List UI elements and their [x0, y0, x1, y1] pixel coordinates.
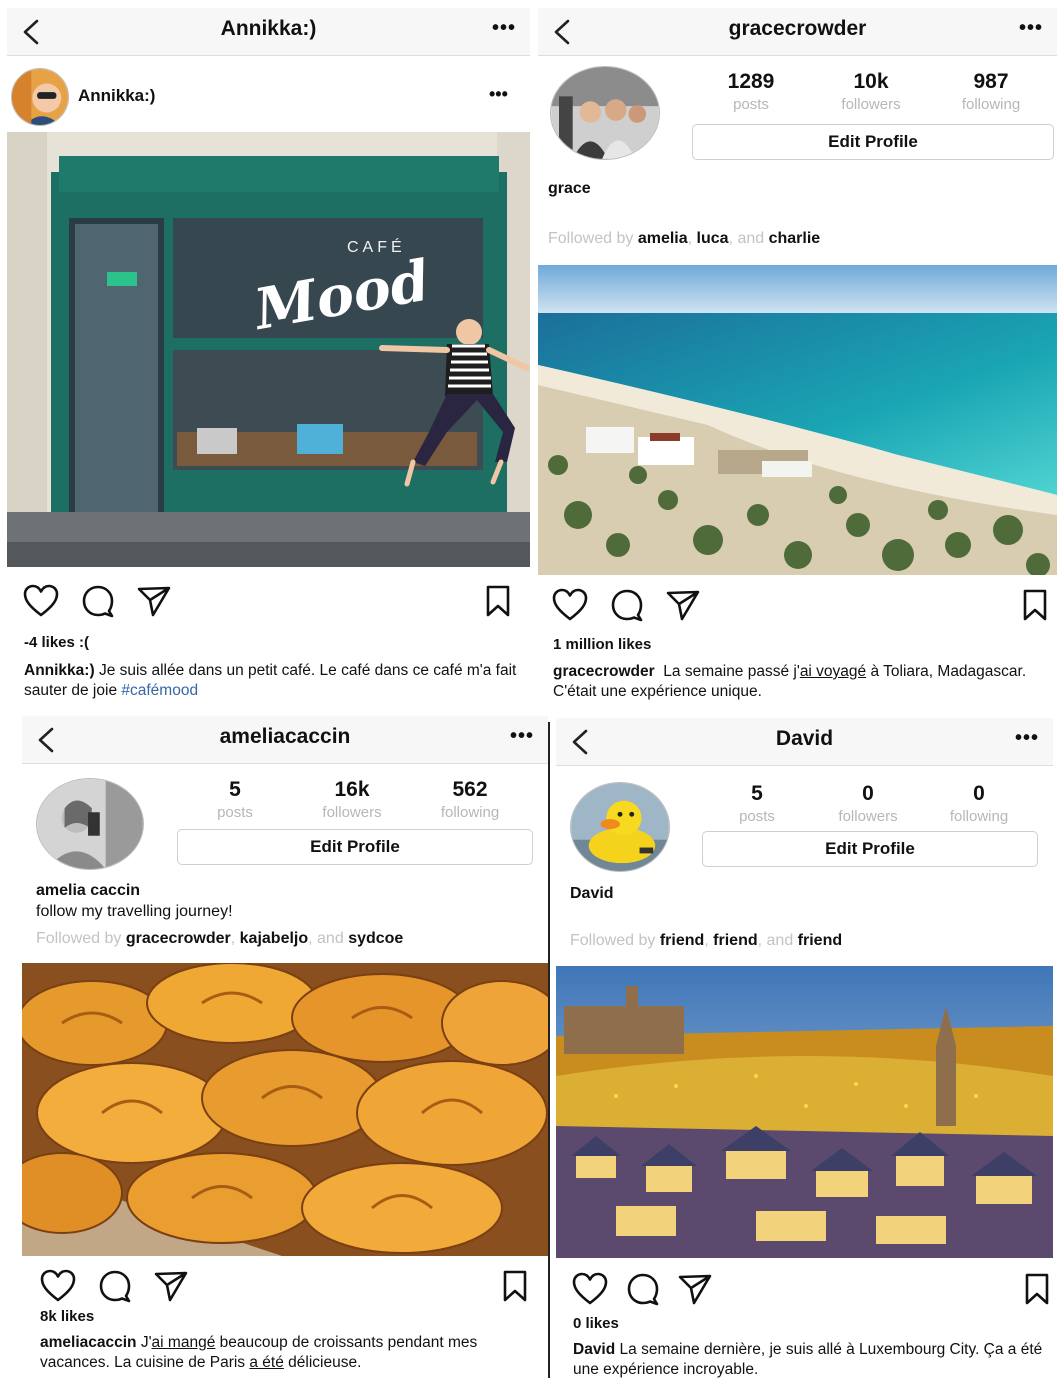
post-more-icon[interactable]: •••: [489, 84, 508, 105]
heart-icon[interactable]: [552, 588, 588, 622]
page-title: Annikka:): [220, 17, 317, 40]
followed-by: Followed by amelia, luca, and charlie: [548, 230, 821, 247]
stat-posts[interactable]: 1289 posts: [696, 70, 806, 113]
more-icon[interactable]: •••: [1019, 17, 1043, 40]
post-author[interactable]: Annikka:): [78, 86, 155, 106]
post-actions: [552, 588, 1052, 624]
edit-profile-button[interactable]: Edit Profile: [692, 124, 1054, 160]
post-photo-luxembourg: [556, 966, 1053, 1258]
post-panel-annikka: Annikka:) ••• Annikka:) ••• CAFÉ Mood -4…: [7, 8, 530, 708]
stat-following[interactable]: 987 following: [936, 70, 1046, 113]
follower-link[interactable]: sydcoe: [348, 930, 403, 947]
back-arrow-icon[interactable]: [550, 18, 576, 46]
profile-name: grace: [548, 180, 591, 197]
post-actions: [23, 584, 523, 620]
post-photo-croissants: [22, 963, 548, 1256]
more-icon[interactable]: •••: [492, 17, 516, 40]
page-title: ameliacaccin: [219, 725, 351, 748]
share-icon[interactable]: [678, 1272, 712, 1306]
share-icon[interactable]: [666, 588, 700, 622]
panel-divider: [548, 722, 550, 1378]
likes-count[interactable]: 1 million likes: [553, 636, 651, 653]
top-bar: David •••: [556, 718, 1053, 766]
stat-following[interactable]: 0 following: [924, 782, 1034, 825]
stat-posts[interactable]: 5 posts: [702, 782, 812, 825]
profile-panel-gracecrowder: gracecrowder ••• 1289 posts 10k follower…: [538, 8, 1057, 708]
stat-following[interactable]: 562 following: [415, 778, 525, 821]
stat-followers[interactable]: 16k followers: [297, 778, 407, 821]
profile-avatar[interactable]: [570, 782, 670, 872]
bookmark-icon[interactable]: [1024, 1272, 1050, 1306]
profile-name: David: [570, 885, 614, 902]
follower-link[interactable]: kajabeljo: [240, 930, 308, 947]
edit-profile-button[interactable]: Edit Profile: [177, 829, 533, 865]
follower-link[interactable]: gracecrowder: [126, 930, 231, 947]
bookmark-icon[interactable]: [502, 1269, 528, 1303]
caption-username[interactable]: Annikka:): [24, 662, 95, 679]
back-arrow-icon[interactable]: [34, 726, 60, 754]
profile-avatar[interactable]: [36, 778, 144, 870]
post-caption: ameliacaccin J'ai mangé beaucoup de croi…: [40, 1334, 478, 1371]
post-actions: [40, 1269, 540, 1305]
likes-count[interactable]: -4 likes :(: [24, 634, 89, 651]
edit-profile-button[interactable]: Edit Profile: [702, 831, 1038, 867]
stat-posts[interactable]: 5 posts: [180, 778, 290, 821]
post-photo-beach: [538, 265, 1057, 575]
likes-count[interactable]: 8k likes: [40, 1308, 94, 1325]
profile-panel-david: David ••• 5 posts 0 followers 0 followin…: [556, 718, 1053, 1378]
caption-username[interactable]: gracecrowder: [553, 663, 655, 680]
heart-icon[interactable]: [23, 584, 59, 618]
post-caption: gracecrowder La semaine passé j'ai voyag…: [553, 663, 1027, 700]
stat-followers[interactable]: 0 followers: [813, 782, 923, 825]
back-arrow-icon[interactable]: [568, 728, 594, 756]
post-photo-cafe: CAFÉ Mood: [7, 132, 530, 567]
top-bar: Annikka:) •••: [7, 8, 530, 56]
comment-icon[interactable]: [626, 1272, 660, 1306]
followed-by: Followed by friend, friend, and friend: [570, 932, 843, 949]
comment-icon[interactable]: [81, 584, 115, 618]
page-title: gracecrowder: [728, 17, 867, 40]
follower-link[interactable]: friend: [713, 932, 757, 949]
follower-link[interactable]: amelia: [638, 230, 688, 247]
likes-count[interactable]: 0 likes: [573, 1315, 619, 1332]
page-title: David: [775, 727, 834, 750]
profile-name: amelia caccin: [36, 882, 141, 899]
bookmark-icon[interactable]: [485, 584, 511, 618]
share-icon[interactable]: [137, 584, 171, 618]
avatar[interactable]: [11, 68, 69, 126]
bookmark-icon[interactable]: [1022, 588, 1048, 622]
share-icon[interactable]: [154, 1269, 188, 1303]
more-icon[interactable]: •••: [510, 725, 534, 748]
heart-icon[interactable]: [40, 1269, 76, 1303]
top-bar: gracecrowder •••: [538, 8, 1057, 56]
caption-username[interactable]: David: [573, 1341, 615, 1358]
followed-by: Followed by gracecrowder, kajabeljo, and…: [36, 930, 404, 947]
more-icon[interactable]: •••: [1015, 727, 1039, 750]
heart-icon[interactable]: [572, 1272, 608, 1306]
back-arrow-icon[interactable]: [19, 18, 45, 46]
comment-icon[interactable]: [610, 588, 644, 622]
profile-panel-ameliacaccin: ameliacaccin ••• 5 posts 16k followers 5…: [22, 716, 548, 1378]
caption-username[interactable]: ameliacaccin: [40, 1334, 137, 1351]
profile-bio: follow my travelling journey!: [36, 903, 233, 920]
follower-link[interactable]: friend: [660, 932, 704, 949]
follower-link[interactable]: charlie: [769, 230, 821, 247]
post-caption: David La semaine dernière, je suis allé …: [573, 1341, 1043, 1378]
comment-icon[interactable]: [98, 1269, 132, 1303]
post-caption: Annikka:) Je suis allée dans un petit ca…: [24, 661, 519, 701]
hashtag-link[interactable]: #cafémood: [121, 682, 198, 699]
profile-avatar[interactable]: [550, 66, 660, 160]
stat-followers[interactable]: 10k followers: [816, 70, 926, 113]
top-bar: ameliacaccin •••: [22, 716, 548, 764]
follower-link[interactable]: luca: [697, 230, 729, 247]
post-actions: [572, 1272, 1052, 1308]
follower-link[interactable]: friend: [798, 932, 842, 949]
caption-text: Je suis allée dans un petit café. Le caf…: [24, 662, 517, 699]
